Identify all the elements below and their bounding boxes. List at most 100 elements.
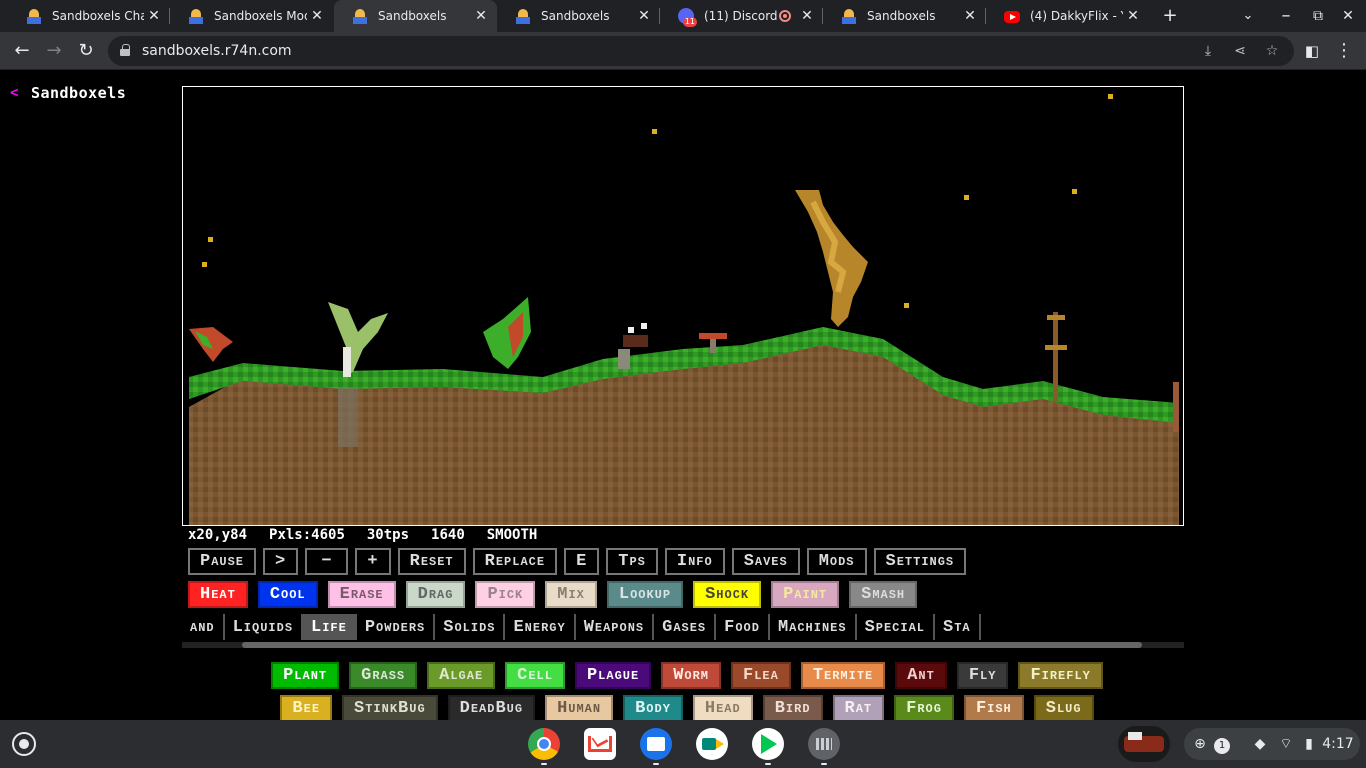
element-button-ant[interactable]: Ant — [895, 662, 947, 689]
info-button[interactable]: Info — [664, 548, 725, 575]
tab-discord[interactable]: 11 (11) Discord | ✕ — [660, 0, 823, 32]
close-tab-icon[interactable]: ✕ — [634, 8, 654, 24]
cool-tool-button[interactable]: Cool — [257, 581, 318, 608]
address-bar[interactable]: sandboxels.r74n.com ⤓ ⋖ ☆ — [108, 36, 1294, 66]
category-tab-powders[interactable]: Powders — [357, 614, 436, 640]
chrome-icon[interactable] — [528, 728, 560, 760]
shock-tool-button[interactable]: Shock — [693, 581, 762, 608]
category-tab-energy[interactable]: Energy — [505, 614, 576, 640]
erase-tool-button[interactable]: Erase — [327, 581, 396, 608]
smash-tool-button[interactable]: Smash — [849, 581, 918, 608]
settings-button[interactable]: Settings — [873, 548, 967, 575]
notification-count[interactable]: 1 — [1212, 728, 1232, 760]
drag-tool-button[interactable]: Drag — [405, 581, 466, 608]
paint-tool-button[interactable]: Paint — [771, 581, 840, 608]
step-button[interactable]: > — [263, 548, 299, 575]
forward-arrow-icon[interactable]: → — [40, 37, 68, 65]
decrease-size-button[interactable]: − — [305, 548, 349, 575]
category-tab-special[interactable]: Special — [857, 614, 935, 640]
play-store-icon[interactable] — [752, 728, 784, 760]
tps-button[interactable]: Tps — [606, 548, 658, 575]
element-button-termite[interactable]: Termite — [800, 662, 886, 689]
close-tab-icon[interactable]: ✕ — [1123, 8, 1143, 24]
category-scrollbar[interactable] — [182, 642, 1184, 648]
element-button-fish[interactable]: Fish — [963, 695, 1024, 720]
install-app-icon[interactable]: ⤓ — [1198, 41, 1218, 61]
tab-sandboxels-changelog[interactable]: Sandboxels Changelog ✕ — [8, 0, 170, 32]
element-button-stinkbug[interactable]: StinkBug — [342, 695, 438, 720]
element-button-slug[interactable]: Slug — [1033, 695, 1094, 720]
tab-sandboxels-3[interactable]: Sandboxels ✕ — [823, 0, 986, 32]
close-window-icon[interactable]: ✕ — [1336, 4, 1360, 28]
mods-button[interactable]: Mods — [806, 548, 867, 575]
increase-size-button[interactable]: + — [355, 548, 391, 575]
element-button-fly[interactable]: Fly — [956, 662, 1009, 689]
back-arrow-icon[interactable]: ← — [8, 37, 36, 65]
pick-tool-button[interactable]: Pick — [475, 581, 536, 608]
gmail-icon[interactable] — [584, 728, 616, 760]
minimize-icon[interactable]: – — [1274, 4, 1298, 28]
element-button-deadbug[interactable]: DeadBug — [447, 695, 536, 720]
pause-button[interactable]: Pause — [188, 548, 257, 575]
menu-kebab-icon[interactable]: ⋮ — [1330, 37, 1358, 65]
element-button-cell[interactable]: Cell — [505, 662, 565, 689]
close-tab-icon[interactable]: ✕ — [797, 8, 817, 24]
tab-search-chevron-icon[interactable]: ⌄ — [1236, 4, 1260, 28]
element-button-body[interactable]: Body — [623, 695, 683, 720]
share-icon[interactable]: ⋖ — [1230, 41, 1250, 61]
restore-icon[interactable]: ⧉ — [1306, 4, 1330, 28]
tab-youtube[interactable]: (4) DakkyFlix - YouTube ✕ — [986, 0, 1149, 32]
app-grid-icon[interactable] — [808, 728, 840, 760]
element-button-frog[interactable]: Frog — [894, 695, 954, 720]
close-tab-icon[interactable]: ✕ — [144, 8, 164, 24]
element-button-rat[interactable]: Rat — [832, 695, 885, 720]
element-button-head[interactable]: Head — [692, 695, 753, 720]
replace-button[interactable]: Replace — [472, 548, 558, 575]
scrollbar-thumb[interactable] — [242, 642, 1142, 648]
add-circle-icon[interactable]: ⊕ — [1190, 728, 1210, 760]
close-tab-icon[interactable]: ✕ — [471, 8, 491, 24]
tab-sandboxels-2[interactable]: Sandboxels ✕ — [497, 0, 660, 32]
bookmark-star-icon[interactable]: ☆ — [1262, 41, 1282, 61]
sandbox-world-canvas[interactable] — [183, 87, 1183, 525]
status-tray[interactable]: ⊕ 1 ◆ ⌔ ▮ 4:17 — [1184, 728, 1360, 760]
element-button-plant[interactable]: Plant — [271, 662, 340, 689]
category-tab-solids[interactable]: Solids — [435, 614, 506, 640]
game-canvas[interactable] — [182, 86, 1184, 526]
element-button-flea[interactable]: Flea — [731, 662, 791, 689]
element-button-firefly[interactable]: Firefly — [1018, 662, 1103, 689]
screenshot-thumbnail-icon[interactable] — [1118, 726, 1170, 762]
heat-tool-button[interactable]: Heat — [188, 581, 248, 608]
mix-tool-button[interactable]: Mix — [545, 581, 597, 608]
meet-icon[interactable] — [696, 728, 728, 760]
files-icon[interactable] — [640, 728, 672, 760]
category-tab-food[interactable]: Food — [716, 614, 770, 640]
new-tab-icon[interactable]: + — [1158, 4, 1182, 28]
element-button-human[interactable]: Human — [545, 695, 614, 720]
category-tab-liquids[interactable]: Liquids — [225, 614, 304, 640]
element-button-bee[interactable]: Bee — [280, 695, 333, 720]
element-button-bird[interactable]: Bird — [762, 695, 823, 720]
launcher-icon[interactable] — [12, 732, 36, 756]
category-tab-sta[interactable]: Sta — [935, 614, 981, 640]
reset-button[interactable]: Reset — [397, 548, 466, 575]
category-tab-life[interactable]: Life — [303, 614, 357, 640]
category-tab-and[interactable]: and — [182, 614, 225, 640]
back-to-sandboxels-link[interactable]: < Sandboxels — [10, 84, 126, 102]
category-tab-weapons[interactable]: Weapons — [576, 614, 655, 640]
element-button-plague[interactable]: Plague — [574, 662, 652, 689]
saves-button[interactable]: Saves — [731, 548, 800, 575]
element-button-grass[interactable]: Grass — [349, 662, 418, 689]
side-panel-icon[interactable]: ◧ — [1298, 37, 1326, 65]
element-button-algae[interactable]: Algae — [427, 662, 496, 689]
reload-icon[interactable]: ↻ — [72, 37, 100, 65]
element-select-button[interactable]: E — [564, 548, 600, 575]
tab-sandboxels-mods[interactable]: Sandboxels Mods ✕ — [170, 0, 333, 32]
close-tab-icon[interactable]: ✕ — [307, 8, 327, 24]
tab-sandboxels-active[interactable]: Sandboxels ✕ — [334, 0, 497, 32]
element-button-worm[interactable]: Worm — [661, 662, 721, 689]
category-tab-machines[interactable]: Machines — [770, 614, 857, 640]
close-tab-icon[interactable]: ✕ — [960, 8, 980, 24]
lookup-tool-button[interactable]: Lookup — [606, 581, 684, 608]
category-tab-gases[interactable]: Gases — [654, 614, 717, 640]
